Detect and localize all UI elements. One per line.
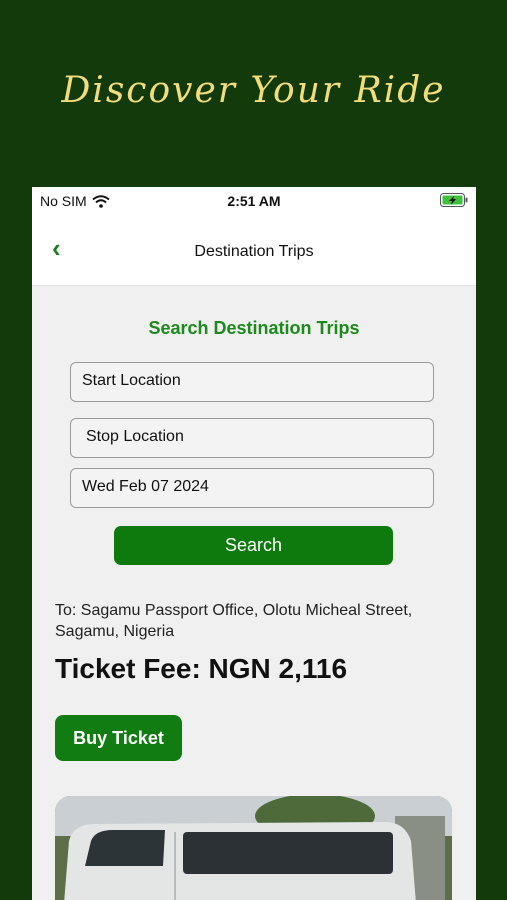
nav-bar: ‹ Destination Trips [32, 215, 476, 286]
stop-location-input[interactable]: Stop Location [70, 418, 434, 458]
start-location-input[interactable]: Start Location [70, 362, 434, 402]
ticket-fee: Ticket Fee: NGN 2,116 [55, 653, 348, 684]
page-title: Destination Trips [194, 243, 314, 260]
destination-text: To: Sagamu Passport Office, Olotu Michea… [55, 602, 413, 640]
battery-charging-icon [440, 193, 468, 207]
search-button[interactable]: Search [114, 526, 393, 565]
search-section-title: Search Destination Trips [148, 318, 360, 338]
buy-ticket-button[interactable]: Buy Ticket [55, 715, 182, 761]
date-input[interactable]: Wed Feb 07 2024 [70, 468, 434, 508]
vehicle-photo [55, 796, 452, 900]
app-screen: No SIM 2:51 AM ‹ Destination Trips Searc… [32, 187, 476, 900]
promo-headline: Discover Your Ride [61, 70, 446, 111]
status-time: 2:51 AM [227, 193, 281, 209]
status-bar: No SIM 2:51 AM [32, 187, 476, 215]
